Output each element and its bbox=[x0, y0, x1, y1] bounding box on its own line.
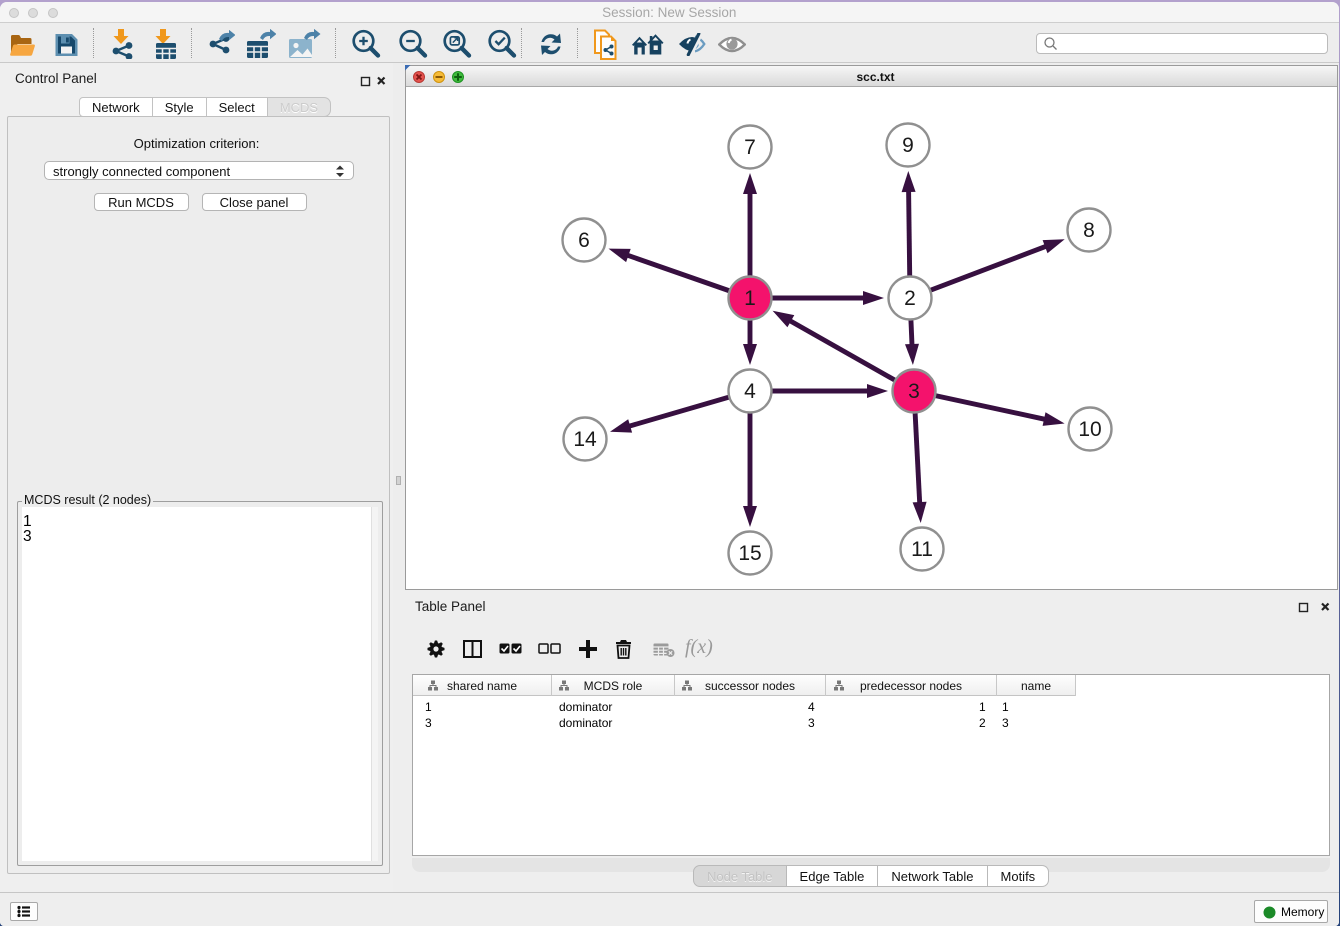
svg-text:11: 11 bbox=[911, 538, 933, 561]
svg-text:8: 8 bbox=[1083, 219, 1095, 242]
svg-text:1: 1 bbox=[744, 287, 756, 310]
svg-text:4: 4 bbox=[744, 380, 756, 403]
svg-text:3: 3 bbox=[908, 380, 920, 403]
svg-text:7: 7 bbox=[744, 136, 756, 159]
svg-text:9: 9 bbox=[902, 134, 914, 157]
svg-text:14: 14 bbox=[573, 428, 597, 451]
svg-text:2: 2 bbox=[904, 287, 916, 310]
svg-text:10: 10 bbox=[1078, 418, 1101, 441]
svg-text:15: 15 bbox=[738, 542, 761, 565]
svg-text:6: 6 bbox=[578, 229, 590, 252]
